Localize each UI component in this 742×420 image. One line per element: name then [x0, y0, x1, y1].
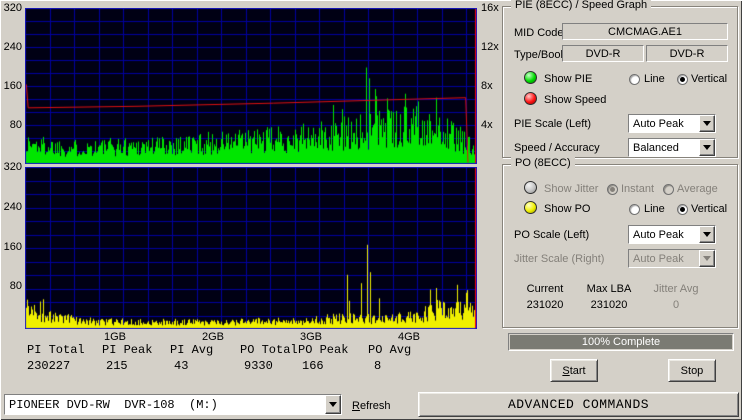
pie-line-radio[interactable] — [629, 74, 640, 85]
current-value: 231020 — [526, 299, 564, 311]
speed-accuracy-dropdown[interactable]: Balanced — [628, 138, 716, 157]
pie-speed-group-title: PIE (8ECC) / Speed Graph — [511, 0, 652, 11]
jitter-instant-radio — [607, 184, 618, 195]
speed-axis-label: 16x — [481, 2, 499, 14]
max-lba-value: 231020 — [590, 299, 628, 311]
pie-y-axis-label: 320 — [3, 2, 22, 14]
po-graph-canvas — [25, 167, 477, 329]
book-type-field: DVD-R — [646, 45, 728, 62]
pie-y-axis-label: 80 — [9, 119, 22, 131]
po-y-axis-label: 80 — [9, 280, 22, 292]
po-y-axis-label: 240 — [3, 201, 22, 213]
pie-speed-graph-canvas — [25, 8, 477, 164]
po-total-label: PO Total — [240, 343, 298, 357]
x-axis-label-2gb: 2GB — [201, 331, 224, 343]
pie-vertical-radio[interactable] — [677, 74, 688, 85]
speed-accuracy-value: Balanced — [633, 142, 679, 154]
advanced-commands-button[interactable]: ADVANCED COMMANDS — [418, 392, 739, 417]
pi-peak-label: PI Peak — [102, 343, 153, 357]
pie-scale-dropdown[interactable]: Auto Peak — [628, 114, 716, 133]
pi-avg-label: PI Avg — [170, 343, 214, 357]
mid-code-label: MID Code — [514, 27, 564, 39]
mid-code-value: CMCMAG.AE1 — [608, 25, 682, 38]
jitter-scale-dropdown: Auto Peak — [628, 249, 716, 268]
drive-selector-value: PIONEER DVD-RW DVR-108 (M:) — [9, 398, 218, 412]
jitter-scale-value: Auto Peak — [633, 253, 684, 265]
disc-type-value: DVD-R — [585, 47, 621, 60]
speed-accuracy-dropdown-arrow-icon[interactable] — [699, 139, 715, 156]
progress-text: 100% Complete — [581, 336, 661, 348]
show-po-label: Show PO — [544, 203, 591, 215]
jitter-scale-dropdown-arrow-icon — [699, 250, 715, 267]
max-lba-label: Max LBA — [586, 283, 632, 295]
progress-fill: 100% Complete — [510, 335, 732, 349]
show-speed-led-icon[interactable] — [524, 92, 537, 105]
pi-total-value: 230227 — [27, 359, 71, 373]
speed-axis-label: 12x — [481, 41, 499, 53]
pie-line-label[interactable]: Line — [644, 73, 665, 85]
po-peak-label: PO Peak — [298, 343, 349, 357]
scan-progress-bar: 100% Complete — [508, 333, 734, 351]
pie-y-axis-label: 160 — [3, 80, 22, 92]
po-peak-value: 166 — [302, 359, 324, 373]
po-vertical-label[interactable]: Vertical — [691, 203, 727, 215]
jitter-scale-label: Jitter Scale (Right) — [514, 253, 605, 265]
type-book-label: Type/Book — [514, 49, 566, 61]
pie-y-axis-label: 240 — [3, 41, 22, 53]
pi-total-label: PI Total — [27, 343, 85, 357]
show-po-led-icon[interactable] — [524, 201, 537, 214]
drive-selector-dropdown[interactable]: PIONEER DVD-RW DVR-108 (M:) — [4, 394, 342, 415]
x-axis-label-1gb: 1GB — [103, 331, 126, 343]
pi-avg-value: 43 — [174, 359, 189, 373]
po-avg-value: 8 — [374, 359, 382, 373]
po-scale-dropdown[interactable]: Auto Peak — [628, 225, 716, 244]
pie-scale-label: PIE Scale (Left) — [514, 118, 592, 130]
x-axis-label-3gb: 3GB — [299, 331, 322, 343]
drive-selector-arrow-icon[interactable] — [325, 395, 341, 414]
jitter-average-label: Average — [677, 183, 718, 195]
speed-axis-label: 8x — [481, 80, 493, 92]
pie-vertical-label[interactable]: Vertical — [691, 73, 727, 85]
pie-scale-dropdown-arrow-icon[interactable] — [699, 115, 715, 132]
x-axis-label-4gb: 4GB — [397, 331, 420, 343]
stop-button[interactable]: Stop — [668, 359, 716, 382]
speed-axis-label: 4x — [481, 119, 493, 131]
dvdinfopro-scan-window: 320 240 160 80 16x 12x 8x 4x 320 240 160… — [0, 0, 742, 420]
po-group-title: PO (8ECC) — [511, 157, 575, 169]
book-type-value: DVD-R — [669, 47, 705, 60]
show-pie-label: Show PIE — [544, 73, 593, 85]
po-total-value: 9330 — [244, 359, 273, 373]
po-scale-value: Auto Peak — [633, 229, 684, 241]
refresh-button[interactable]: Refresh — [352, 400, 391, 412]
pi-peak-value: 215 — [106, 359, 128, 373]
po-vertical-radio[interactable] — [677, 204, 688, 215]
jitter-avg-label: Jitter Avg — [653, 283, 699, 295]
pie-scale-value: Auto Peak — [633, 118, 684, 130]
start-button[interactable]: Start — [550, 359, 598, 382]
current-label: Current — [526, 283, 564, 295]
show-pie-led-icon[interactable] — [524, 71, 537, 84]
po-line-label[interactable]: Line — [644, 203, 665, 215]
mid-code-field: CMCMAG.AE1 — [562, 23, 728, 40]
jitter-instant-label: Instant — [621, 183, 655, 195]
po-avg-label: PO Avg — [368, 343, 412, 357]
po-y-axis-label: 160 — [3, 241, 22, 253]
po-y-axis-label: 320 — [3, 161, 22, 173]
jitter-average-radio — [663, 184, 674, 195]
speed-accuracy-label: Speed / Accuracy — [514, 142, 600, 154]
po-scale-label: PO Scale (Left) — [514, 229, 590, 241]
show-jitter-label: Show Jitter — [544, 183, 599, 195]
show-jitter-led-icon — [524, 181, 537, 194]
show-speed-label: Show Speed — [544, 94, 607, 106]
disc-type-field: DVD-R — [562, 45, 644, 62]
po-scale-dropdown-arrow-icon[interactable] — [699, 226, 715, 243]
jitter-avg-value: 0 — [672, 299, 680, 311]
po-line-radio[interactable] — [629, 204, 640, 215]
